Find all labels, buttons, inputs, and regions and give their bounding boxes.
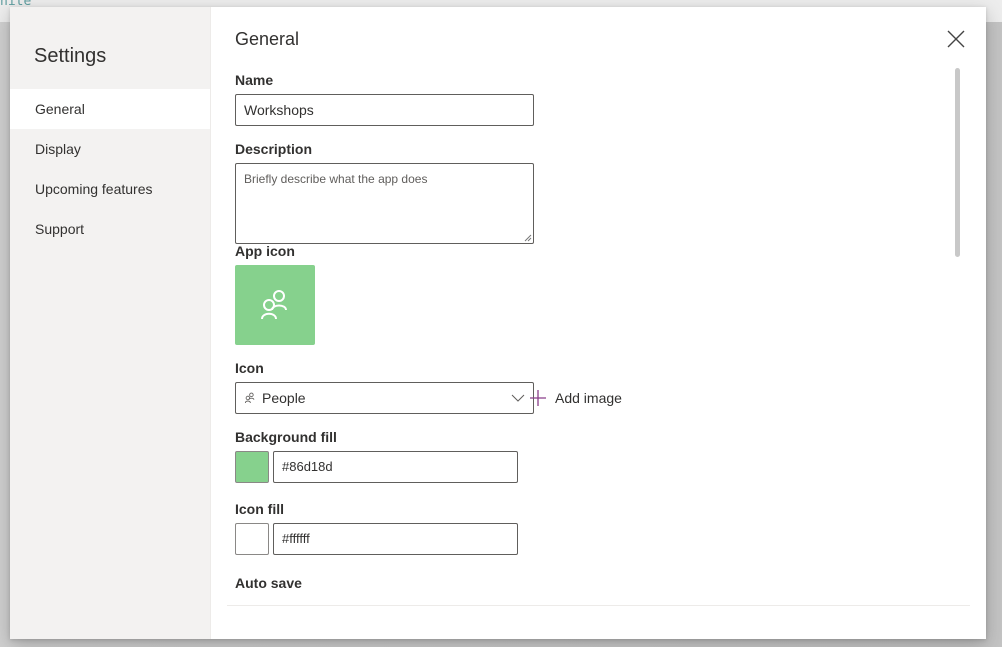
sidebar-item-support[interactable]: Support — [10, 209, 210, 249]
app-icon-preview — [235, 265, 315, 345]
add-image-button[interactable]: Add image — [529, 387, 622, 409]
icon-dropdown[interactable]: People — [235, 382, 534, 414]
settings-content: General Name Workshops Description Brief… — [211, 7, 986, 639]
app-icon-label: App icon — [235, 243, 295, 259]
description-textarea[interactable]: Briefly describe what the app does — [235, 163, 534, 244]
people-icon — [261, 290, 287, 320]
chevron-down-icon — [511, 394, 525, 402]
auto-save-label: Auto save — [235, 575, 302, 591]
sidebar-item-upcoming-features[interactable]: Upcoming features — [10, 169, 210, 209]
icon-fill-swatch[interactable] — [235, 523, 269, 555]
close-button[interactable] — [946, 29, 966, 49]
settings-dialog: Settings General Display Upcoming featur… — [10, 7, 986, 639]
scrollbar-thumb[interactable] — [955, 68, 960, 257]
settings-sidebar: Settings General Display Upcoming featur… — [10, 7, 211, 639]
description-placeholder: Briefly describe what the app does — [244, 172, 428, 186]
description-label: Description — [235, 141, 313, 157]
icon-fill-input[interactable]: #ffffff — [273, 523, 518, 555]
add-image-label: Add image — [555, 390, 622, 406]
close-icon — [947, 30, 965, 48]
name-label: Name — [235, 72, 274, 88]
background-fill-label: Background fill — [235, 429, 337, 445]
sidebar-item-general[interactable]: General — [10, 89, 210, 129]
icon-label: Icon — [235, 360, 264, 376]
icon-fill-label: Icon fill — [235, 501, 284, 517]
sidebar-item-display[interactable]: Display — [10, 129, 210, 169]
divider — [227, 605, 970, 606]
plus-icon — [530, 390, 546, 406]
name-input[interactable]: Workshops — [235, 94, 534, 126]
icon-dropdown-value: People — [262, 390, 306, 406]
people-icon — [244, 392, 255, 404]
settings-title: Settings — [34, 45, 107, 67]
section-title: General — [235, 29, 300, 49]
background-fill-input[interactable]: #86d18d — [273, 451, 518, 483]
resize-grip-icon[interactable] — [524, 234, 532, 242]
background-fill-swatch[interactable] — [235, 451, 269, 483]
